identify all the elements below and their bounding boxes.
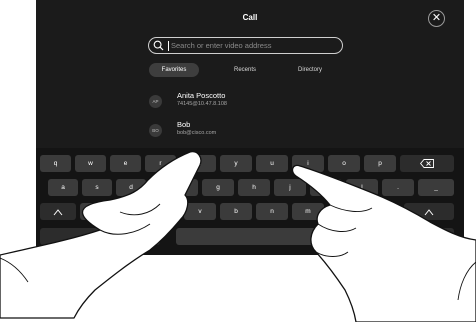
right-hand	[291, 164, 476, 322]
hands-illustration	[0, 151, 476, 322]
left-hand	[0, 151, 202, 319]
